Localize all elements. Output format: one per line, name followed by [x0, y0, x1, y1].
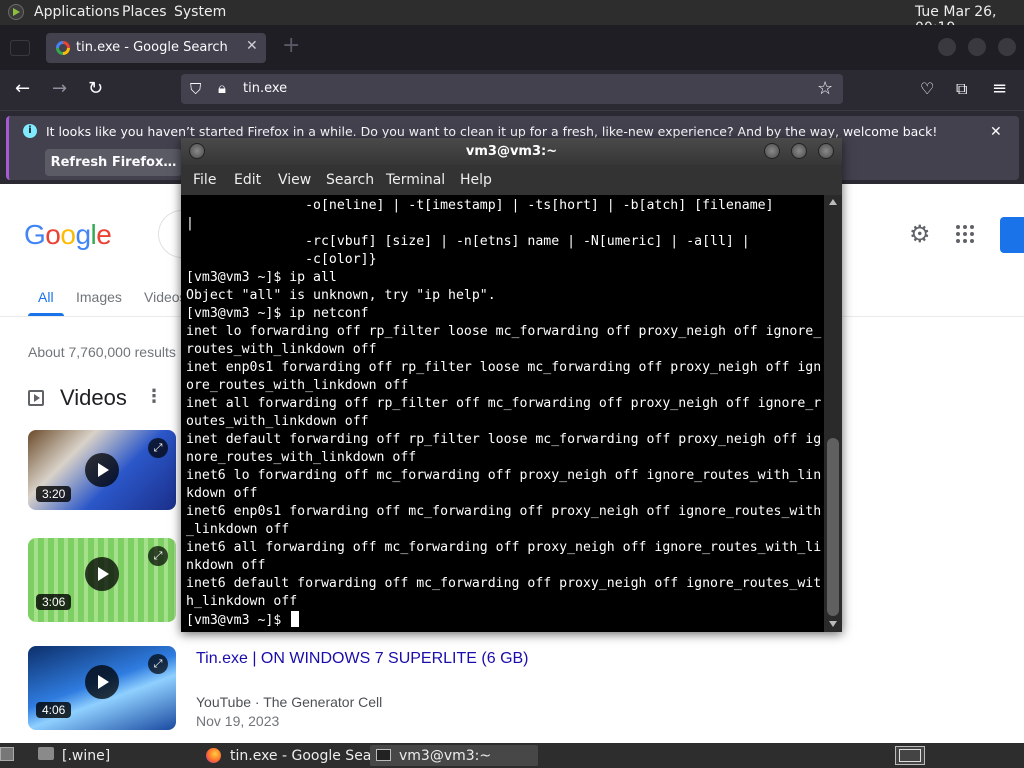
- tab-images[interactable]: Images: [76, 289, 122, 305]
- window-close-button[interactable]: [998, 38, 1016, 56]
- video-thumbnail-2[interactable]: 3:06 ⤢: [28, 538, 176, 622]
- forward-arrow-icon[interactable]: →: [52, 80, 67, 98]
- menu-terminal[interactable]: Terminal: [386, 172, 445, 188]
- video-section-icon: [28, 390, 44, 406]
- google-logo[interactable]: Google: [24, 219, 112, 251]
- menu-help[interactable]: Help: [460, 172, 492, 188]
- browser-tab-active[interactable]: tin.exe - Google Search ✕: [46, 33, 266, 63]
- notification-message: It looks like you haven’t started Firefo…: [46, 124, 938, 139]
- task-label: [.wine]: [62, 748, 111, 764]
- notification-close-icon[interactable]: ✕: [990, 124, 1002, 140]
- video-title-link[interactable]: Tin.exe | ON WINDOWS 7 SUPERLITE (6 GB): [196, 650, 529, 668]
- new-tab-icon[interactable]: +: [282, 35, 302, 57]
- task-label: tin.exe - Google Sea…: [230, 748, 386, 764]
- video-thumbnail-1[interactable]: 3:20 ⤢: [28, 430, 176, 510]
- terminal-text[interactable]: -o[neline] | -t[imestamp] | -ts[hort] | …: [186, 197, 821, 630]
- video-thumbnail-3[interactable]: 4:06 ⤢: [28, 646, 176, 730]
- scroll-down-arrow-icon[interactable]: [829, 621, 837, 627]
- top-panel: Applications Places System Tue Mar 26, 0…: [0, 0, 1024, 36]
- terminal-output[interactable]: -o[neline] | -t[imestamp] | -ts[hort] | …: [181, 195, 824, 632]
- video-date: Nov 19, 2023: [196, 713, 280, 729]
- results-count: About 7,760,000 results: [28, 344, 176, 360]
- google-apps-icon[interactable]: [956, 225, 974, 243]
- sign-in-button[interactable]: [1000, 217, 1024, 253]
- extensions-icon[interactable]: ⧉: [956, 80, 967, 98]
- terminal-icon: [376, 749, 391, 761]
- places-menu[interactable]: Places: [122, 4, 167, 20]
- tab-overview-icon[interactable]: [10, 40, 30, 56]
- terminal-cursor: [291, 611, 300, 627]
- menu-edit[interactable]: Edit: [234, 172, 261, 188]
- menu-search[interactable]: Search: [326, 172, 374, 188]
- back-arrow-icon[interactable]: ←: [15, 80, 30, 98]
- terminal-window[interactable]: vm3@vm3:~ File Edit View Search Terminal…: [181, 138, 842, 632]
- expand-icon[interactable]: ⤢: [148, 546, 168, 566]
- tab-title: tin.exe - Google Search: [76, 40, 228, 55]
- video-duration: 4:06: [36, 702, 72, 718]
- system-menu[interactable]: System: [174, 4, 226, 20]
- video-duration: 3:20: [36, 486, 72, 502]
- tracking-shield-icon[interactable]: ⛉: [190, 80, 201, 98]
- menu-view[interactable]: View: [278, 172, 311, 188]
- menu-file[interactable]: File: [193, 172, 216, 188]
- google-favicon-icon: [56, 41, 70, 55]
- tab-all[interactable]: All: [38, 289, 54, 305]
- info-icon: i: [23, 124, 37, 138]
- distro-logo-icon[interactable]: [8, 4, 24, 20]
- folder-icon: [38, 747, 54, 760]
- video-source: YouTube · The Generator Cell: [196, 694, 383, 710]
- scroll-up-arrow-icon[interactable]: [829, 199, 837, 205]
- show-desktop-icon[interactable]: [0, 747, 14, 761]
- applications-menu[interactable]: Applications: [34, 4, 120, 20]
- play-icon[interactable]: [85, 557, 119, 591]
- scrollbar-thumb[interactable]: [827, 438, 839, 616]
- video-duration: 3:06: [36, 594, 72, 610]
- url-text[interactable]: tin.exe: [243, 81, 287, 96]
- window-minimize-button[interactable]: [938, 38, 956, 56]
- window-maximize-button[interactable]: [968, 38, 986, 56]
- lock-icon[interactable]: 🔒︎: [218, 79, 226, 97]
- more-options-icon[interactable]: ⋮: [145, 386, 163, 407]
- tab-close-icon[interactable]: ✕: [246, 38, 258, 54]
- terminal-titlebar[interactable]: vm3@vm3:~: [181, 138, 842, 165]
- settings-gear-icon[interactable]: ⚙: [909, 222, 933, 246]
- bookmark-star-icon[interactable]: ☆: [817, 78, 833, 99]
- workspace-switcher[interactable]: [895, 746, 925, 765]
- firefox-icon: [206, 748, 221, 763]
- bottom-taskbar: [.wine] tin.exe - Google Sea… vm3@vm3:~: [0, 743, 1024, 768]
- reload-icon[interactable]: ↻: [88, 80, 103, 98]
- task-wine-folder[interactable]: [.wine]: [34, 745, 194, 766]
- terminal-minimize-button[interactable]: [764, 143, 780, 159]
- play-icon[interactable]: [85, 665, 119, 699]
- terminal-menubar: File Edit View Search Terminal Help: [181, 165, 842, 195]
- pocket-icon[interactable]: ♡: [920, 80, 934, 98]
- task-terminal[interactable]: vm3@vm3:~: [370, 745, 538, 766]
- url-bar[interactable]: ⛉ 🔒︎ tin.exe ☆: [181, 74, 843, 104]
- terminal-close-button[interactable]: [818, 143, 834, 159]
- refresh-firefox-button[interactable]: Refresh Firefox…: [45, 149, 182, 176]
- terminal-title: vm3@vm3:~: [465, 144, 558, 159]
- task-label: vm3@vm3:~: [399, 748, 492, 764]
- terminal-maximize-button[interactable]: [791, 143, 807, 159]
- play-icon[interactable]: [85, 453, 119, 487]
- expand-icon[interactable]: ⤢: [148, 654, 168, 674]
- task-firefox[interactable]: tin.exe - Google Sea…: [200, 745, 385, 766]
- app-menu-icon[interactable]: ≡: [992, 80, 1007, 98]
- expand-icon[interactable]: ⤢: [148, 438, 168, 458]
- videos-heading: Videos: [60, 385, 127, 410]
